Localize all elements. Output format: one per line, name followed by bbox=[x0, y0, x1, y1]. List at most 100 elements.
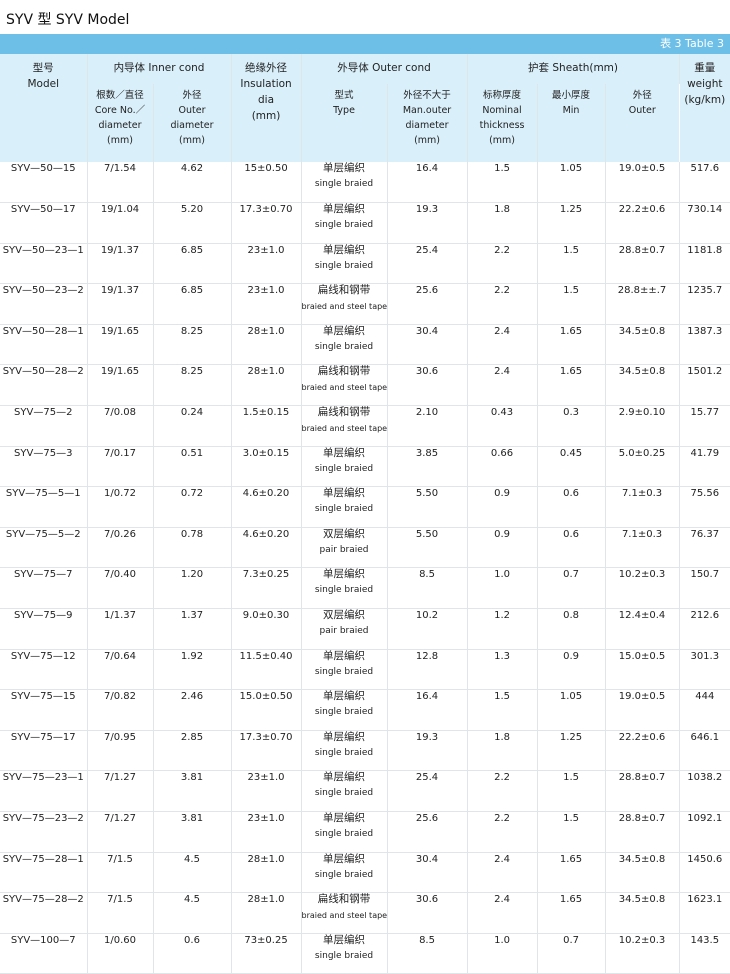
cell-inner-od: 2.85 bbox=[153, 730, 232, 772]
cell-inner-od: 4.5 bbox=[153, 852, 232, 894]
cell-min: 1.5 bbox=[537, 811, 606, 853]
cell-outer-max: 19.3 bbox=[387, 202, 468, 244]
cell-type: 扁线和钢带 braied and steel tape bbox=[301, 364, 388, 407]
cell-type-en: single braied bbox=[314, 707, 374, 718]
cell-type-en: single braied bbox=[314, 585, 374, 596]
cell-min: 0.3 bbox=[537, 405, 606, 447]
cell-core: 7/1.27 bbox=[87, 770, 154, 812]
header-core-unit: (mm) bbox=[107, 135, 133, 146]
cell-outer-max: 16.4 bbox=[387, 162, 468, 204]
cell-outer-max: 5.50 bbox=[387, 486, 468, 528]
cell-core: 7/1.5 bbox=[87, 892, 154, 934]
cell-min: 1.5 bbox=[537, 283, 606, 325]
table-row: SYV—50—15 7/1.54 4.62 15±0.50 单层编织 single bra… bbox=[0, 162, 730, 204]
cell-outer-max: 30.6 bbox=[387, 892, 468, 934]
cell-outer-max: 30.4 bbox=[387, 852, 468, 894]
cell-min: 0.9 bbox=[537, 649, 606, 691]
cell-sheath-od: 22.2±0.6 bbox=[605, 730, 680, 772]
header-outer-max-en1: Man.outer bbox=[402, 105, 452, 116]
cell-sheath-od: 28.8±0.7 bbox=[605, 811, 680, 853]
cell-sheath-od: 34.5±0.8 bbox=[605, 324, 680, 366]
cell-core: 19/1.65 bbox=[87, 364, 154, 407]
cell-insulation: 28±1.0 bbox=[231, 324, 302, 366]
table-row: SYV—75—23—1 7/1.27 3.81 23±1.0 单层编织 single br… bbox=[0, 770, 730, 812]
cell-type-zh: 单层编织 bbox=[323, 487, 366, 500]
page-title: SYV 型 SYV Model bbox=[6, 12, 130, 28]
cell-core: 7/1.5 bbox=[87, 852, 154, 894]
cell-type-zh: 单层编织 bbox=[323, 852, 366, 865]
cell-core: 19/1.04 bbox=[87, 202, 154, 244]
header-outer-cond: 外导体 Outer cond bbox=[301, 54, 468, 84]
cell-inner-od: 8.25 bbox=[153, 324, 232, 366]
cell-nominal: 2.4 bbox=[467, 364, 538, 407]
cell-model: SYV—75—5—2 bbox=[0, 527, 88, 569]
cell-insulation: 3.0±0.15 bbox=[231, 446, 302, 488]
header-core-en1: Core No.／ bbox=[94, 105, 146, 116]
cell-insulation: 15.0±0.50 bbox=[231, 689, 302, 731]
cell-type: 单层编织 single braied bbox=[301, 770, 388, 812]
table-row: SYV—75—3 7/0.17 0.51 3.0±0.15 单层编织 single bra… bbox=[0, 446, 730, 488]
cell-core: 7/0.64 bbox=[87, 649, 154, 691]
cell-core: 7/1.27 bbox=[87, 811, 154, 853]
cell-min: 1.65 bbox=[537, 892, 606, 934]
cell-type-zh: 扁线和钢带 bbox=[317, 406, 371, 419]
cell-min: 0.45 bbox=[537, 446, 606, 488]
cell-inner-od: 0.24 bbox=[153, 405, 232, 447]
header-model-zh: 型号 bbox=[32, 62, 54, 74]
cell-type: 单层编织 single braied bbox=[301, 811, 388, 853]
table-row: SYV—75—7 7/0.40 1.20 7.3±0.25 单层编织 single bra… bbox=[0, 567, 730, 610]
cell-weight: 76.37 bbox=[679, 527, 730, 569]
cell-type-zh: 单层编织 bbox=[323, 933, 366, 946]
cell-type: 单层编织 single braied bbox=[301, 202, 388, 244]
cell-core: 7/1.54 bbox=[87, 162, 154, 204]
cell-sheath-od: 22.2±0.6 bbox=[605, 202, 680, 244]
cell-model: SYV—75—23—1 bbox=[0, 770, 88, 812]
cell-type-zh: 单层编织 bbox=[323, 324, 366, 337]
header-insulation-en: Insulation dia bbox=[240, 78, 292, 106]
cell-model: SYV—50—15 bbox=[0, 162, 88, 204]
table-row: SYV—75—28—1 7/1.5 4.5 28±1.0 单层编织 single brai… bbox=[0, 852, 730, 894]
cell-inner-od: 1.37 bbox=[153, 608, 232, 650]
header-nominal-en2: thickness bbox=[479, 120, 525, 131]
header-min: 最小厚度 Min bbox=[537, 84, 606, 162]
cell-core: 7/0.95 bbox=[87, 730, 154, 772]
table-row: SYV—75—23—2 7/1.27 3.81 23±1.0 单层编织 single br… bbox=[0, 811, 730, 853]
cell-weight: 646.1 bbox=[679, 730, 730, 772]
cell-sheath-od: 34.5±0.8 bbox=[605, 852, 680, 894]
cell-insulation: 15±0.50 bbox=[231, 162, 302, 204]
header-inner-od-en2: diameter bbox=[170, 120, 214, 131]
cell-outer-max: 8.5 bbox=[387, 933, 468, 974]
header-model-en: Model bbox=[27, 78, 60, 90]
cell-insulation: 28±1.0 bbox=[231, 852, 302, 894]
cell-core: 7/0.82 bbox=[87, 689, 154, 731]
cell-inner-od: 8.25 bbox=[153, 364, 232, 407]
cell-inner-od: 5.20 bbox=[153, 202, 232, 244]
cell-sheath-od: 34.5±0.8 bbox=[605, 892, 680, 934]
header-sheath-od: 外径 Outer bbox=[605, 84, 680, 162]
cell-nominal: 0.9 bbox=[467, 527, 538, 569]
cell-model: SYV—100—7 bbox=[0, 933, 88, 974]
cell-type-en: single braied bbox=[314, 788, 374, 799]
cell-insulation: 23±1.0 bbox=[231, 770, 302, 812]
cell-sheath-od: 5.0±0.25 bbox=[605, 446, 680, 488]
cell-type-en: single braied bbox=[314, 341, 374, 352]
cell-insulation: 4.6±0.20 bbox=[231, 486, 302, 528]
cell-inner-od: 4.5 bbox=[153, 892, 232, 934]
cell-sheath-od: 28.8±0.7 bbox=[605, 243, 680, 285]
header-inner-od: 外径 Outer diameter (mm) bbox=[153, 84, 232, 162]
header-insulation-unit: (mm) bbox=[251, 110, 281, 122]
cell-nominal: 2.2 bbox=[467, 770, 538, 812]
cell-type-en: braied and steel tape bbox=[301, 383, 388, 393]
cell-type: 单层编织 single braied bbox=[301, 446, 388, 488]
cell-weight: 1623.1 bbox=[679, 892, 730, 934]
cell-type: 单层编织 single braied bbox=[301, 162, 388, 204]
cell-inner-od: 3.81 bbox=[153, 770, 232, 812]
cell-type-en: single braied bbox=[314, 829, 374, 839]
cell-outer-max: 25.4 bbox=[387, 770, 468, 812]
cell-inner-od: 1.20 bbox=[153, 567, 232, 610]
cell-sheath-od: 7.1±0.3 bbox=[605, 486, 680, 528]
header-outer-max-zh: 外径不大于 bbox=[403, 90, 451, 101]
cell-type-zh: 单层编织 bbox=[323, 730, 366, 743]
cell-min: 0.7 bbox=[537, 567, 606, 610]
cell-weight: 1387.3 bbox=[679, 324, 730, 366]
